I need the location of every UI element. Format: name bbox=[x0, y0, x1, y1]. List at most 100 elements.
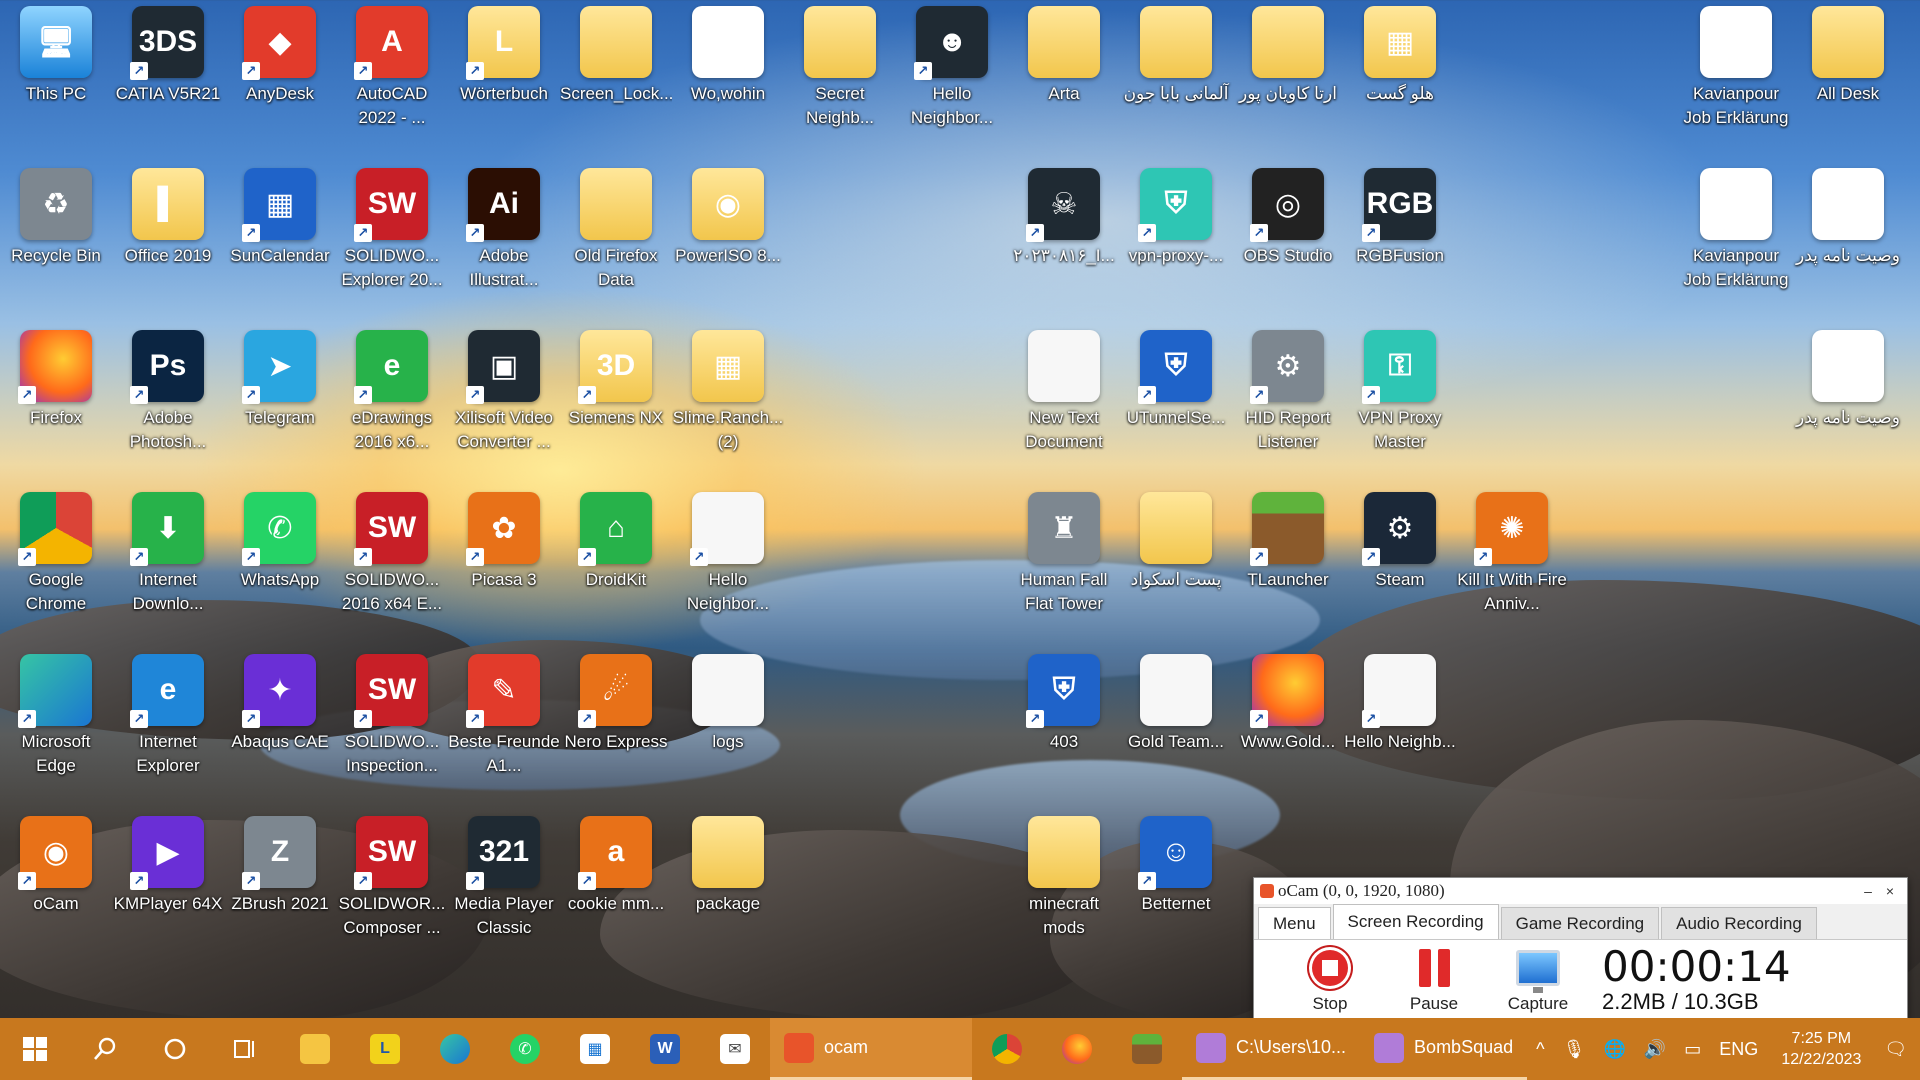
start-button[interactable] bbox=[0, 1018, 70, 1080]
desktop-icon[interactable]: ⚙ Steam bbox=[1344, 486, 1456, 634]
desktop-icon[interactable]: Google Chrome bbox=[0, 486, 112, 634]
desktop-icon[interactable]: ▣Xilisoft Video Converter ... bbox=[448, 324, 560, 472]
desktop-icon[interactable]: AiAdobe Illustrat... bbox=[448, 162, 560, 310]
desktop-icon[interactable]: PDF وصیت نامه پدر bbox=[1792, 324, 1904, 472]
capture-button[interactable]: Capture bbox=[1486, 946, 1590, 1014]
desktop-icon[interactable]: SWSOLIDWO... 2016 x64 E... bbox=[336, 486, 448, 634]
taskbar-word[interactable]: W bbox=[630, 1018, 700, 1080]
desktop-icon[interactable]: AAutoCAD 2022 - ... bbox=[336, 0, 448, 148]
desktop-icon[interactable]: W وصیت نامه پدر bbox=[1792, 162, 1904, 310]
desktop-icon[interactable]: ▶ KMPlayer 64X bbox=[112, 810, 224, 958]
minimize-button[interactable]: – bbox=[1857, 883, 1879, 899]
pause-button[interactable]: Pause bbox=[1382, 946, 1486, 1014]
battery-icon[interactable]: ▭ bbox=[1675, 1039, 1710, 1060]
desktop-icon[interactable]: ◆ AnyDesk bbox=[224, 0, 336, 148]
desktop-icon[interactable]: ▦ SunCalendar bbox=[224, 162, 336, 310]
desktop-icon[interactable]: ⛨ 403 bbox=[1008, 648, 1120, 796]
desktop-icon[interactable]: Hello Neighbor... bbox=[672, 486, 784, 634]
desktop-icon[interactable]: minecraft mods bbox=[1008, 810, 1120, 958]
desktop-icon[interactable]: L Wörterbuch bbox=[448, 0, 560, 148]
desktop-icon[interactable]: eInternet Explorer bbox=[112, 648, 224, 796]
taskbar-edge[interactable] bbox=[420, 1018, 490, 1080]
taskbar-bombsquad[interactable]: BombSquad bbox=[1360, 1018, 1528, 1080]
tab-audio-recording[interactable]: Audio Recording bbox=[1661, 907, 1817, 939]
ocam-titlebar[interactable]: oCam (0, 0, 1920, 1080) – × bbox=[1254, 878, 1907, 904]
desktop-icon[interactable]: ✺Kill It With Fire Anniv... bbox=[1456, 486, 1568, 634]
desktop-icon[interactable]: 🖥 This PC bbox=[0, 0, 112, 148]
desktop-icon[interactable]: Hello Neighb... bbox=[1344, 648, 1456, 796]
desktop-icon[interactable]: Gold Team... bbox=[1120, 648, 1232, 796]
desktop-icon[interactable]: All Desk bbox=[1792, 0, 1904, 148]
desktop-icon[interactable]: ✆ WhatsApp bbox=[224, 486, 336, 634]
desktop-icon[interactable]: New Text Document bbox=[1008, 324, 1120, 472]
desktop-icon[interactable]: ☻Hello Neighbor... bbox=[896, 0, 1008, 148]
desktop-icon[interactable]: W Kavianpour Job Erklärung bbox=[1680, 162, 1792, 310]
desktop-icon[interactable]: TLauncher bbox=[1232, 486, 1344, 634]
desktop-icon[interactable]: ✦ Abaqus CAE bbox=[224, 648, 336, 796]
desktop-icon[interactable]: Www.Gold... bbox=[1232, 648, 1344, 796]
desktop-icon[interactable]: ارتا کاویان پور bbox=[1232, 0, 1344, 148]
desktop-icon[interactable]: ⚙HID Report Listener bbox=[1232, 324, 1344, 472]
desktop-icon[interactable]: ⛨ vpn-proxy-... bbox=[1120, 162, 1232, 310]
desktop-icon[interactable]: Microsoft Edge bbox=[0, 648, 112, 796]
desktop-icon[interactable]: a cookie mm... bbox=[560, 810, 672, 958]
taskbar-whatsapp[interactable]: ✆ bbox=[490, 1018, 560, 1080]
desktop-icon[interactable]: Firefox bbox=[0, 324, 112, 472]
taskbar-store[interactable]: ▦ bbox=[560, 1018, 630, 1080]
task-view-button[interactable] bbox=[210, 1018, 280, 1080]
network-globe-icon[interactable]: 🌐 bbox=[1594, 1039, 1634, 1060]
desktop-icon[interactable]: PDF Kavianpour Job Erklärung bbox=[1680, 0, 1792, 148]
microphone-icon[interactable]: 🎙 bbox=[1554, 1039, 1595, 1060]
language-indicator[interactable]: ENG bbox=[1710, 1039, 1767, 1060]
desktop-icon[interactable]: ◉ PowerISO 8... bbox=[672, 162, 784, 310]
desktop-icon[interactable]: ▦ Slime.Ranch... (2) bbox=[672, 324, 784, 472]
taskbar-ocam[interactable]: ocam bbox=[770, 1018, 973, 1080]
desktop-icon[interactable]: ⬇Internet Downlo... bbox=[112, 486, 224, 634]
desktop-icon[interactable]: 3D Siemens NX bbox=[560, 324, 672, 472]
desktop-icon[interactable]: ☄ Nero Express bbox=[560, 648, 672, 796]
desktop-icon[interactable]: ⌂ DroidKit bbox=[560, 486, 672, 634]
desktop-icon[interactable]: ☺ Betternet bbox=[1120, 810, 1232, 958]
desktop-icon[interactable]: logs bbox=[672, 648, 784, 796]
desktop-icon[interactable]: W Wo,wohin bbox=[672, 0, 784, 148]
desktop-icon[interactable]: ✎Beste Freunde A1... bbox=[448, 648, 560, 796]
notifications-icon[interactable]: 🗨 bbox=[1875, 1039, 1920, 1060]
clock[interactable]: 7:25 PM 12/22/2023 bbox=[1767, 1028, 1875, 1070]
close-button[interactable]: × bbox=[1879, 883, 1901, 899]
desktop-icon[interactable]: ☠ ۲۰۲۳۰۸۱۶_I... bbox=[1008, 162, 1120, 310]
desktop-icon[interactable]: ▌ Office 2019 bbox=[112, 162, 224, 310]
desktop-icon[interactable]: ▦ هلو گست bbox=[1344, 0, 1456, 148]
taskbar-explorer-window[interactable]: C:\Users\10... bbox=[1182, 1018, 1361, 1080]
taskbar-woerterbuch[interactable]: L bbox=[350, 1018, 420, 1080]
taskbar-minecraft[interactable] bbox=[1112, 1018, 1182, 1080]
desktop-icon[interactable]: package bbox=[672, 810, 784, 958]
volume-icon[interactable]: 🔊 bbox=[1635, 1039, 1675, 1060]
desktop-icon[interactable]: Arta bbox=[1008, 0, 1120, 148]
desktop-icon[interactable]: 3DS CATIA V5R21 bbox=[112, 0, 224, 148]
desktop-icon[interactable]: ⚿VPN Proxy Master bbox=[1344, 324, 1456, 472]
desktop-icon[interactable]: ➤ Telegram bbox=[224, 324, 336, 472]
ocam-window[interactable]: oCam (0, 0, 1920, 1080) – × Menu Screen … bbox=[1253, 877, 1908, 1020]
stop-button[interactable]: Stop bbox=[1278, 946, 1382, 1014]
desktop-icon[interactable]: Old Firefox Data bbox=[560, 162, 672, 310]
desktop-icon[interactable]: آلمانی بابا جون bbox=[1120, 0, 1232, 148]
tab-game-recording[interactable]: Game Recording bbox=[1500, 907, 1660, 939]
tab-screen-recording[interactable]: Screen Recording bbox=[1332, 904, 1499, 939]
taskbar-file-explorer[interactable] bbox=[280, 1018, 350, 1080]
desktop-icon[interactable]: SWSOLIDWO... Explorer 20... bbox=[336, 162, 448, 310]
desktop-icon[interactable]: ⛨ UTunnelSe... bbox=[1120, 324, 1232, 472]
desktop-icon[interactable]: پست اسکواد bbox=[1120, 486, 1232, 634]
desktop-icon[interactable]: PsAdobe Photosh... bbox=[112, 324, 224, 472]
desktop-icon[interactable]: 321Media Player Classic bbox=[448, 810, 560, 958]
desktop-icon[interactable]: Z ZBrush 2021 bbox=[224, 810, 336, 958]
desktop-icon[interactable]: Secret Neighb... bbox=[784, 0, 896, 148]
taskbar-mail[interactable]: ✉ bbox=[700, 1018, 770, 1080]
desktop-icon[interactable]: Screen_Lock... bbox=[560, 0, 672, 148]
desktop-icon[interactable]: ✿ Picasa 3 bbox=[448, 486, 560, 634]
desktop-icon[interactable]: SWSOLIDWO... Inspection... bbox=[336, 648, 448, 796]
desktop-icon[interactable]: eeDrawings 2016 x6... bbox=[336, 324, 448, 472]
desktop-icon[interactable]: SWSOLIDWOR... Composer ... bbox=[336, 810, 448, 958]
cortana-button[interactable] bbox=[140, 1018, 210, 1080]
menu-button[interactable]: Menu bbox=[1258, 907, 1331, 939]
search-button[interactable] bbox=[70, 1018, 140, 1080]
